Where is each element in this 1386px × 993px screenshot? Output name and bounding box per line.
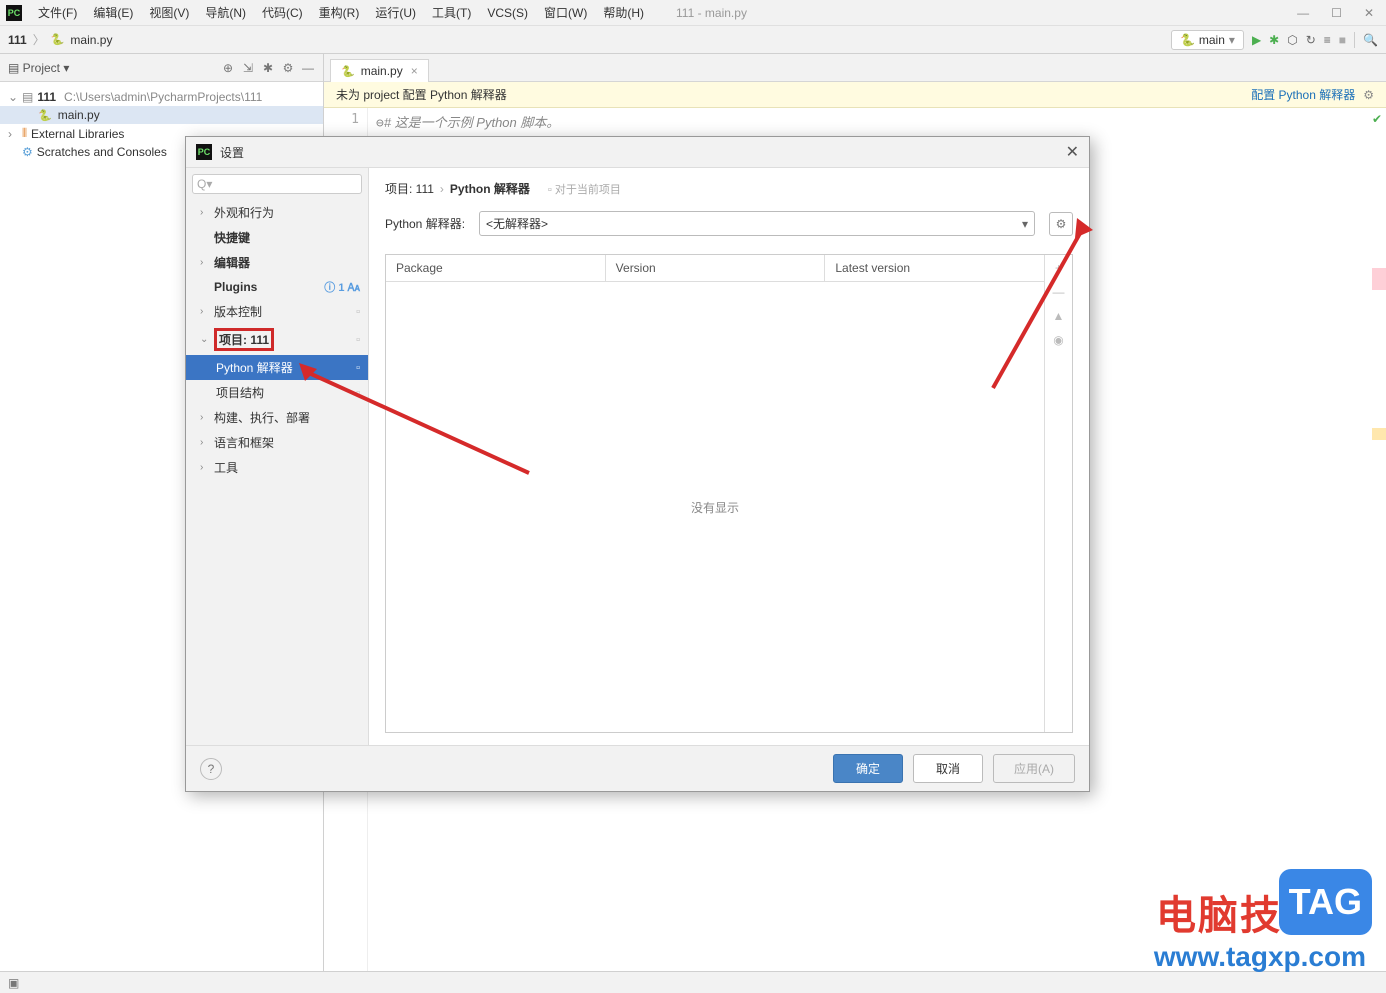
menu-help[interactable]: 帮助(H) [595, 4, 652, 21]
interpreter-warning-banner: 未为 project 配置 Python 解释器 配置 Python 解释器 ⚙ [324, 82, 1386, 108]
remove-package-icon[interactable]: — [1053, 285, 1065, 299]
coverage-icon[interactable]: ⬡ [1287, 33, 1297, 47]
settings-appearance[interactable]: ›外观和行为 [186, 200, 368, 225]
chevron-down-icon: ▾ [1022, 217, 1028, 231]
search-everywhere-icon[interactable]: 🔍 [1363, 33, 1378, 47]
hide-icon[interactable]: — [301, 61, 315, 75]
crumb-file[interactable]: main.py [70, 33, 112, 47]
dialog-footer: ? 确定 取消 应用(A) [186, 745, 1089, 791]
menu-file[interactable]: 文件(F) [30, 4, 85, 21]
settings-languages[interactable]: ›语言和框架 [186, 430, 368, 455]
settings-project[interactable]: ⌄ 项目: 111 ▫ [186, 324, 368, 355]
tab-close-icon[interactable]: × [411, 64, 418, 78]
settings-search-input[interactable]: Q▾ [192, 174, 362, 194]
package-toolbar: + — ▲ ◉ [1044, 255, 1072, 732]
settings-sidebar: Q▾ ›外观和行为 快捷键 ›编辑器 Pluginsⓘ 1 🗛 ›版本控制▫ ⌄… [186, 168, 369, 745]
maximize-icon[interactable]: ☐ [1331, 6, 1342, 20]
dialog-close-icon[interactable]: ✕ [1066, 142, 1079, 162]
settings-vcs[interactable]: ›版本控制▫ [186, 299, 368, 324]
menu-code[interactable]: 代码(C) [254, 4, 311, 21]
upgrade-package-icon[interactable]: ▲ [1053, 309, 1065, 323]
settings-dialog: PC 设置 ✕ Q▾ ›外观和行为 快捷键 ›编辑器 Pluginsⓘ 1 🗛 … [185, 136, 1090, 792]
profile-icon[interactable]: ↻ [1306, 33, 1316, 47]
breadcrumb: 111 〉 🐍 main.py [8, 31, 112, 48]
tab-main-py[interactable]: 🐍 main.py × [330, 59, 429, 82]
minimize-icon[interactable]: — [1297, 6, 1309, 20]
col-package[interactable]: Package [386, 255, 606, 281]
configure-interpreter-link[interactable]: 配置 Python 解释器 [1251, 86, 1355, 103]
col-version[interactable]: Version [606, 255, 826, 281]
menu-navigate[interactable]: 导航(N) [197, 4, 254, 21]
more-run-icon[interactable]: ≡ [1324, 33, 1331, 47]
watermark-tag: TAG [1279, 869, 1372, 935]
settings-project-structure[interactable]: 项目结构▫ [186, 380, 368, 405]
close-icon[interactable]: ✕ [1364, 6, 1374, 20]
run-icon[interactable]: ▶ [1252, 33, 1261, 47]
app-logo: PC [6, 5, 22, 21]
error-marker[interactable] [1372, 268, 1386, 290]
settings-icon[interactable]: ⚙ [281, 61, 295, 75]
crumb-project[interactable]: 111 [8, 33, 27, 47]
watermark-url: www.tagxp.com [1154, 941, 1366, 973]
locate-icon[interactable]: ⊕ [221, 61, 235, 75]
interpreter-select[interactable]: <无解释器> ▾ [479, 211, 1035, 236]
project-pane-header: ▤ Project ▾ ⊕ ⇲ ✱ ⚙ — [0, 54, 323, 82]
settings-keymap[interactable]: 快捷键 [186, 225, 368, 250]
settings-plugins[interactable]: Pluginsⓘ 1 🗛 [186, 275, 368, 299]
settings-breadcrumb: 项目: 111 › Python 解释器 ▫ 对于当前项目 [385, 180, 1073, 197]
dialog-title: 设置 [220, 144, 244, 161]
interpreter-gear-button[interactable]: ⚙ [1049, 212, 1073, 236]
package-panel: Package Version Latest version 没有显示 + — … [385, 254, 1073, 733]
settings-tools[interactable]: ›工具 [186, 455, 368, 480]
tree-file-main[interactable]: 🐍 main.py [0, 106, 323, 124]
window-title: 111 - main.py [676, 6, 747, 20]
watermark: TAG 电脑技术网 www.tagxp.com [1154, 883, 1366, 973]
menu-view[interactable]: 视图(V) [141, 4, 197, 21]
stop-icon[interactable]: ■ [1339, 33, 1346, 47]
banner-gear-icon[interactable]: ⚙ [1363, 88, 1374, 102]
statusbar: ▣ [0, 971, 1386, 993]
col-latest[interactable]: Latest version [825, 255, 1044, 281]
banner-text: 未为 project 配置 Python 解释器 [336, 86, 507, 103]
ok-button[interactable]: 确定 [833, 754, 903, 783]
python-file-icon: 🐍 [38, 109, 52, 122]
settings-editor[interactable]: ›编辑器 [186, 250, 368, 275]
run-config-selector[interactable]: 🐍 main ▾ [1171, 30, 1244, 50]
debug-icon[interactable]: ✱ [1269, 33, 1279, 47]
settings-content: 项目: 111 › Python 解释器 ▫ 对于当前项目 Python 解释器… [369, 168, 1089, 745]
statusbar-tool-icon[interactable]: ▣ [8, 976, 19, 990]
warn-marker[interactable] [1372, 428, 1386, 440]
python-file-icon: 🐍 [51, 33, 65, 46]
menu-window[interactable]: 窗口(W) [536, 4, 595, 21]
add-package-icon[interactable]: + [1055, 261, 1062, 275]
cancel-button[interactable]: 取消 [913, 754, 983, 783]
tree-root[interactable]: ⌄▤ 111 C:\Users\admin\PycharmProjects\11… [0, 88, 323, 106]
editor-error-stripe: ✔ [1372, 108, 1386, 971]
dialog-titlebar: PC 设置 ✕ [186, 137, 1089, 167]
menu-edit[interactable]: 编辑(E) [85, 4, 141, 21]
dialog-logo: PC [196, 144, 212, 160]
navbar: 111 〉 🐍 main.py 🐍 main ▾ ▶ ✱ ⬡ ↻ ≡ ■ 🔍 [0, 26, 1386, 54]
apply-button[interactable]: 应用(A) [993, 754, 1075, 783]
package-empty-text: 没有显示 [386, 282, 1044, 732]
interpreter-label: Python 解释器: [385, 215, 465, 232]
menu-run[interactable]: 运行(U) [367, 4, 424, 21]
package-table-header: Package Version Latest version [386, 255, 1044, 282]
menu-refactor[interactable]: 重构(R) [311, 4, 368, 21]
menu-vcs[interactable]: VCS(S) [479, 6, 536, 20]
settings-python-interpreter[interactable]: Python 解释器▫ [186, 355, 368, 380]
menubar: PC 文件(F) 编辑(E) 视图(V) 导航(N) 代码(C) 重构(R) 运… [0, 0, 1386, 26]
editor-tabs: 🐍 main.py × [324, 54, 1386, 82]
menu-tools[interactable]: 工具(T) [424, 4, 479, 21]
show-early-icon[interactable]: ◉ [1053, 333, 1063, 347]
project-view-selector[interactable]: ▤ Project ▾ [8, 61, 69, 75]
python-file-icon: 🐍 [341, 65, 355, 78]
collapse-icon[interactable]: ✱ [261, 61, 275, 75]
inspection-ok-icon[interactable]: ✔ [1372, 112, 1382, 126]
expand-icon[interactable]: ⇲ [241, 61, 255, 75]
settings-build[interactable]: ›构建、执行、部署 [186, 405, 368, 430]
help-icon[interactable]: ? [200, 758, 222, 780]
